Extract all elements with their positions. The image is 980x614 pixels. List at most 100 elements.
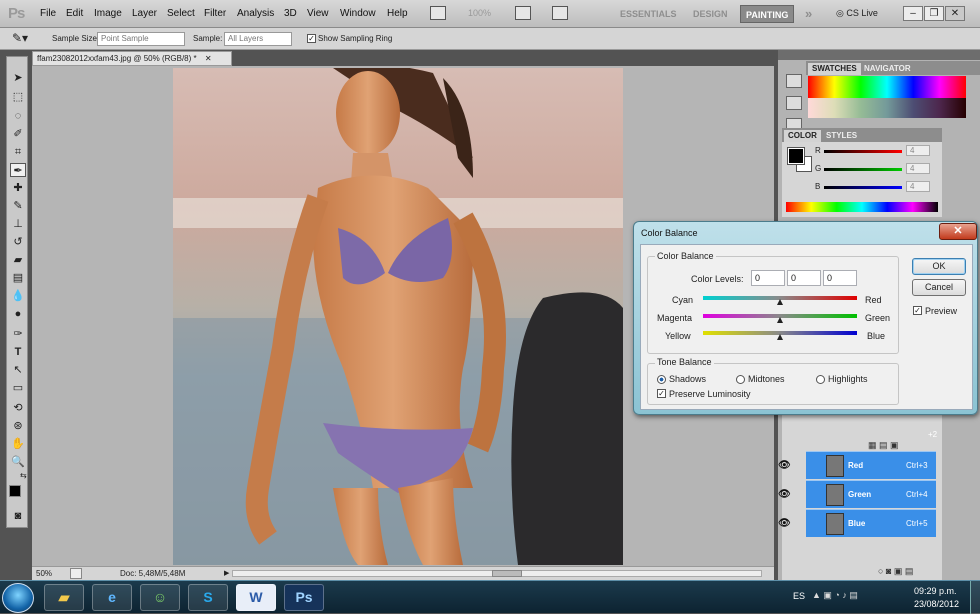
workspace-design[interactable]: DESIGN	[688, 5, 733, 23]
channel-row-green[interactable]: 👁 Green Ctrl+4	[778, 480, 936, 508]
channel-row-blue[interactable]: 👁 Blue Ctrl+5	[778, 509, 936, 537]
menu-filter[interactable]: Filter	[204, 8, 226, 19]
tab-styles[interactable]: STYLES	[822, 130, 861, 142]
start-button[interactable]	[2, 583, 34, 613]
crop-tool-icon[interactable]: ⌗	[10, 145, 26, 159]
midtones-radio[interactable]	[736, 375, 745, 384]
healing-brush-tool-icon[interactable]: ✚	[10, 181, 26, 195]
more-workspaces-icon[interactable]: »	[800, 5, 817, 23]
status-arrow-icon[interactable]: ▶	[224, 569, 229, 577]
g-value[interactable]: 4	[906, 163, 930, 174]
menu-analysis[interactable]: Analysis	[237, 8, 274, 19]
3d-rotate-tool-icon[interactable]: ⟲	[10, 401, 26, 415]
swap-colors-icon[interactable]: ⇆	[20, 471, 27, 480]
3d-orbit-tool-icon[interactable]: ⊛	[10, 419, 26, 433]
sample-size-select[interactable]: Point Sample	[97, 32, 185, 46]
marquee-tool-icon[interactable]: ⬚	[10, 90, 26, 104]
quick-mask-icon[interactable]: ◙	[10, 509, 26, 523]
show-sampling-ring-checkbox[interactable]: ✓	[307, 34, 316, 43]
history-brush-tool-icon[interactable]: ↺	[10, 235, 26, 249]
brush-tool-icon[interactable]: ✎	[10, 199, 26, 213]
g-slider[interactable]	[824, 168, 902, 171]
skype-icon[interactable]: S	[188, 584, 228, 611]
minimize-button[interactable]: –	[903, 6, 923, 21]
type-tool-icon[interactable]: T	[10, 345, 26, 359]
workspace-essentials[interactable]: ESSENTIALS	[615, 5, 682, 23]
menu-view[interactable]: View	[307, 8, 329, 19]
restore-button[interactable]: ❐	[924, 6, 944, 21]
brush-presets-icon[interactable]	[786, 96, 802, 110]
clock-time[interactable]: 09:29 p.m.	[914, 586, 957, 596]
gradient-tool-icon[interactable]: ▤	[10, 271, 26, 285]
sample-select[interactable]: All Layers	[224, 32, 292, 46]
eye-icon[interactable]: 👁	[778, 489, 791, 500]
ok-button[interactable]: OK	[912, 258, 966, 275]
eyedropper-preset-icon[interactable]: ✎▾	[12, 31, 28, 45]
status-zoom[interactable]: 50%	[36, 569, 52, 578]
messenger-icon[interactable]: ☺	[140, 584, 180, 611]
swatches-gray-row[interactable]	[808, 98, 966, 118]
clock-date[interactable]: 23/08/2012	[914, 599, 959, 609]
channels-menu-icon[interactable]: ▦ ▤ ▣	[868, 440, 899, 451]
tab-color[interactable]: COLOR	[784, 130, 821, 142]
tab-navigator[interactable]: NAVIGATOR	[860, 63, 915, 75]
move-tool-icon[interactable]: ➤	[10, 71, 26, 85]
r-slider[interactable]	[824, 150, 902, 153]
level-magenta-green-input[interactable]: 0	[787, 270, 821, 286]
menu-edit[interactable]: Edit	[66, 8, 83, 19]
launch-bridge-icon[interactable]	[430, 6, 446, 20]
screen-mode-icon[interactable]	[552, 6, 568, 20]
eye-icon[interactable]: 👁	[778, 518, 791, 529]
cancel-button[interactable]: Cancel	[912, 279, 966, 296]
shadows-radio[interactable]	[657, 375, 666, 384]
zoom-tool-icon[interactable]: 🔍	[10, 455, 26, 469]
cs-live-menu[interactable]: ◎ CS Live	[836, 8, 878, 19]
document-tab[interactable]: ffam23082012xxfam43.jpg @ 50% (RGB/8) * …	[32, 51, 232, 66]
eyedropper-tool-icon[interactable]: ✒	[10, 163, 26, 177]
color-foreground-swatch[interactable]	[787, 147, 805, 165]
language-indicator[interactable]: ES	[793, 591, 805, 601]
status-icon[interactable]	[70, 568, 82, 579]
menu-help[interactable]: Help	[387, 8, 408, 19]
magenta-green-slider-thumb[interactable]	[777, 317, 783, 323]
workspace-painting[interactable]: PAINTING	[740, 5, 795, 23]
photoshop-icon[interactable]: Ps	[284, 584, 324, 611]
quick-selection-tool-icon[interactable]: ✐	[10, 127, 26, 141]
ie-icon[interactable]: e	[92, 584, 132, 611]
menu-image[interactable]: Image	[94, 8, 122, 19]
close-button[interactable]: ✕	[945, 6, 965, 21]
menu-layer[interactable]: Layer	[132, 8, 157, 19]
lasso-tool-icon[interactable]: ◌	[10, 109, 26, 123]
menu-3d[interactable]: 3D	[284, 8, 297, 19]
menu-window[interactable]: Window	[340, 8, 376, 19]
zoom-level-menu[interactable]: 100%	[468, 8, 491, 18]
b-slider[interactable]	[824, 186, 902, 189]
path-selection-tool-icon[interactable]: ↖	[10, 363, 26, 377]
tab-swatches[interactable]: SWATCHES	[808, 63, 861, 75]
close-document-icon[interactable]: ✕	[205, 54, 212, 63]
color-ramp[interactable]	[786, 202, 938, 212]
clone-stamp-tool-icon[interactable]: ⊥	[10, 217, 26, 231]
highlights-radio[interactable]	[816, 375, 825, 384]
level-cyan-red-input[interactable]: 0	[751, 270, 785, 286]
rectangle-tool-icon[interactable]: ▭	[10, 381, 26, 395]
level-yellow-blue-input[interactable]: 0	[823, 270, 857, 286]
show-desktop-button[interactable]	[970, 581, 980, 614]
channel-row-red[interactable]: 👁 Red Ctrl+3	[778, 451, 936, 479]
menu-file[interactable]: File	[40, 8, 56, 19]
pen-tool-icon[interactable]: ✑	[10, 327, 26, 341]
dialog-close-button[interactable]: ✕	[939, 223, 977, 240]
tray-icons[interactable]: ▲ ▣ ◔ ♪ ▤	[812, 590, 858, 601]
history-panel-icon[interactable]	[786, 74, 802, 88]
hand-tool-icon[interactable]: ✋	[10, 437, 26, 451]
b-value[interactable]: 4	[906, 181, 930, 192]
preserve-luminosity-checkbox[interactable]: ✓	[657, 389, 666, 398]
document-image[interactable]	[173, 68, 623, 565]
preview-checkbox[interactable]: ✓	[913, 306, 922, 315]
r-value[interactable]: 4	[906, 145, 930, 156]
word-icon[interactable]: W	[236, 584, 276, 611]
eye-icon[interactable]: 👁	[778, 460, 791, 471]
foreground-color-swatch[interactable]	[9, 485, 21, 497]
menu-select[interactable]: Select	[167, 8, 195, 19]
arrange-documents-icon[interactable]	[515, 6, 531, 20]
